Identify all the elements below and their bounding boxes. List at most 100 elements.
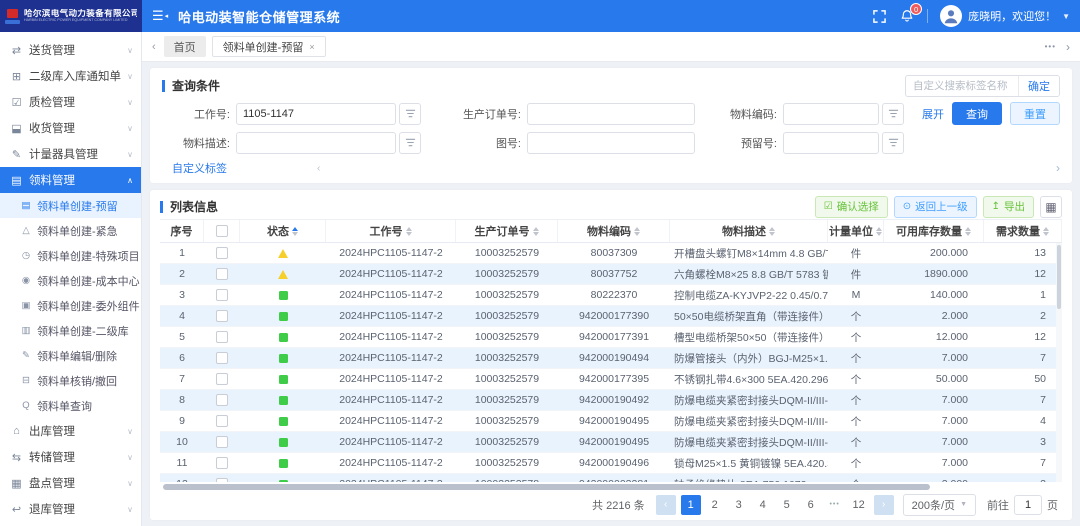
column-settings-icon[interactable]: ▦ <box>1040 196 1062 218</box>
work-no-filter-icon[interactable] <box>399 103 421 125</box>
row-checkbox[interactable] <box>216 268 228 280</box>
tab-close-icon[interactable]: × <box>309 42 314 52</box>
column-header-需求数量[interactable]: 需求数量 <box>984 220 1062 242</box>
column-header-物料描述[interactable]: 物料描述 <box>670 220 828 242</box>
sidebar-item-退库管理[interactable]: ↩退库管理∨ <box>0 496 141 522</box>
pagination-page-5[interactable]: 5 <box>777 495 797 515</box>
table-row[interactable]: 72024HPC1105-1147-2100032525799420001773… <box>160 369 1062 390</box>
material-code-input[interactable] <box>783 103 879 125</box>
row-checkbox[interactable] <box>216 415 228 427</box>
row-checkbox[interactable] <box>216 373 228 385</box>
tag-scroll-right-icon[interactable]: › <box>1056 161 1060 175</box>
fullscreen-icon[interactable] <box>871 8 887 24</box>
sidebar-item-二级库入库通知单[interactable]: ⊞二级库入库通知单∨ <box>0 63 141 89</box>
sort-icon[interactable] <box>634 227 640 236</box>
pagination-page-1[interactable]: 1 <box>681 495 701 515</box>
table-row[interactable]: 82024HPC1105-1147-2100032525799420001904… <box>160 390 1062 411</box>
sidebar-subitem-领料单查询[interactable]: Q领料单查询 <box>0 393 141 418</box>
pagination-page-4[interactable]: 4 <box>753 495 773 515</box>
pagination-prev-button[interactable]: ‹ <box>656 495 676 515</box>
material-code-filter-icon[interactable] <box>882 103 904 125</box>
sort-icon[interactable] <box>406 227 412 236</box>
tab-首页[interactable]: 首页 <box>164 36 206 57</box>
drawing-no-input[interactable] <box>527 132 695 154</box>
sidebar-subitem-领料单创建-特殊项目[interactable]: ◷领料单创建-特殊项目 <box>0 243 141 268</box>
confirm-select-button[interactable]: ☑ 确认选择 <box>815 196 888 218</box>
sort-icon[interactable] <box>533 227 539 236</box>
sidebar-subitem-领料单创建-委外组件[interactable]: ▣领料单创建-委外组件 <box>0 293 141 318</box>
custom-tag-name-input[interactable] <box>906 80 1018 92</box>
table-row[interactable]: 32024HPC1105-1147-21000325257980222370控制… <box>160 285 1062 306</box>
sidebar-item-盘点管理[interactable]: ▦盘点管理∨ <box>0 470 141 496</box>
tab-领料单创建-预留[interactable]: 领料单创建-预留× <box>212 36 326 57</box>
sidebar-item-送货管理[interactable]: ⇄送货管理∨ <box>0 37 141 63</box>
tab-scroll-right-icon[interactable]: › <box>1066 40 1070 54</box>
reserve-no-input[interactable] <box>783 132 879 154</box>
vertical-scrollbar-thumb[interactable] <box>1057 245 1061 309</box>
pagination-page-6[interactable]: 6 <box>801 495 821 515</box>
vertical-scrollbar[interactable] <box>1056 243 1062 482</box>
sidebar-item-计量器具管理[interactable]: ✎计量器具管理∨ <box>0 141 141 167</box>
sidebar-item-出库管理[interactable]: ⌂出库管理∨ <box>0 418 141 444</box>
table-row[interactable]: 52024HPC1105-1147-2100032525799420001773… <box>160 327 1062 348</box>
column-header-状态[interactable]: 状态 <box>240 220 326 242</box>
sidebar-subitem-领料单核销/撤回[interactable]: ⊟领料单核销/撤回 <box>0 368 141 393</box>
material-desc-filter-icon[interactable] <box>399 132 421 154</box>
custom-tag-link[interactable]: 自定义标签 <box>172 160 227 176</box>
user-menu[interactable]: 庞晓明，欢迎您！ ▼ <box>940 5 1070 27</box>
work-no-input[interactable] <box>236 103 396 125</box>
expand-filters-link[interactable]: 展开 <box>922 106 944 122</box>
row-checkbox[interactable] <box>216 352 228 364</box>
table-row[interactable]: 92024HPC1105-1147-2100032525799420001904… <box>160 411 1062 432</box>
column-header-生产订单号[interactable]: 生产订单号 <box>456 220 558 242</box>
sort-icon[interactable] <box>769 227 775 236</box>
table-row[interactable]: 122024HPC1105-1147-310003252578942000003… <box>160 474 1062 482</box>
column-header-checkbox[interactable] <box>204 220 240 242</box>
row-checkbox[interactable] <box>216 457 228 469</box>
row-checkbox[interactable] <box>216 289 228 301</box>
table-row[interactable]: 102024HPC1105-1147-210003252579942000190… <box>160 432 1062 453</box>
reset-button[interactable]: 重置 <box>1010 102 1060 125</box>
sidebar-subitem-领料单创建-紧急[interactable]: △领料单创建-紧急 <box>0 218 141 243</box>
reserve-no-filter-icon[interactable] <box>882 132 904 154</box>
tab-scroll-left-icon[interactable]: ‹ <box>152 41 156 53</box>
sort-icon[interactable] <box>965 227 971 236</box>
pagination-page-12[interactable]: 12 <box>849 495 869 515</box>
table-row[interactable]: 112024HPC1105-1147-210003252579942000190… <box>160 453 1062 474</box>
horizontal-scrollbar-thumb[interactable] <box>163 484 930 490</box>
notification-bell-icon[interactable]: 0 <box>899 8 915 24</box>
page-size-select[interactable]: 200条/页 ▼ <box>903 494 976 516</box>
row-checkbox[interactable] <box>216 478 228 482</box>
column-header-可用库存数量[interactable]: 可用库存数量 <box>884 220 984 242</box>
horizontal-scrollbar[interactable] <box>160 483 1062 491</box>
sidebar-item-领料管理[interactable]: ▤领料管理∧ <box>0 167 141 193</box>
sort-icon[interactable] <box>1043 227 1049 236</box>
collapse-sidebar-icon[interactable]: ☰◂ <box>152 8 168 24</box>
tab-more-icon[interactable]: ••• <box>1045 42 1056 51</box>
row-checkbox[interactable] <box>216 331 228 343</box>
sidebar-item-转储管理[interactable]: ⇆转储管理∨ <box>0 444 141 470</box>
back-to-parent-button[interactable]: ⊙ 返回上一级 <box>894 196 977 218</box>
sidebar-subitem-领料单创建-成本中心[interactable]: ◉领料单创建-成本中心 <box>0 268 141 293</box>
table-row[interactable]: 12024HPC1105-1147-21000325257980037309开槽… <box>160 243 1062 264</box>
material-desc-input[interactable] <box>236 132 396 154</box>
pagination-page-2[interactable]: 2 <box>705 495 725 515</box>
row-checkbox[interactable] <box>216 310 228 322</box>
sidebar-subitem-领料单编辑/删除[interactable]: ✎领料单编辑/删除 <box>0 343 141 368</box>
pagination-next-button[interactable]: › <box>874 495 894 515</box>
goto-page-input[interactable] <box>1014 495 1042 515</box>
tag-confirm-button[interactable]: 确定 <box>1018 76 1059 96</box>
sidebar-item-质检管理[interactable]: ☑质检管理∨ <box>0 89 141 115</box>
table-row[interactable]: 42024HPC1105-1147-2100032525799420001773… <box>160 306 1062 327</box>
prod-order-input[interactable] <box>527 103 695 125</box>
column-header-计量单位[interactable]: 计量单位 <box>828 220 884 242</box>
sidebar-subitem-领料单创建-预留[interactable]: ▤领料单创建-预留 <box>0 193 141 218</box>
tag-scroll-left-icon[interactable]: ‹ <box>317 163 320 174</box>
row-checkbox[interactable] <box>216 247 228 259</box>
sidebar-subitem-领料单创建-二级库[interactable]: ▥领料单创建-二级库 <box>0 318 141 343</box>
sidebar-item-收货管理[interactable]: ⬓收货管理∨ <box>0 115 141 141</box>
row-checkbox[interactable] <box>216 436 228 448</box>
export-button[interactable]: ↥ 导出 <box>983 196 1034 218</box>
row-checkbox[interactable] <box>216 394 228 406</box>
search-button[interactable]: 查询 <box>952 102 1002 125</box>
